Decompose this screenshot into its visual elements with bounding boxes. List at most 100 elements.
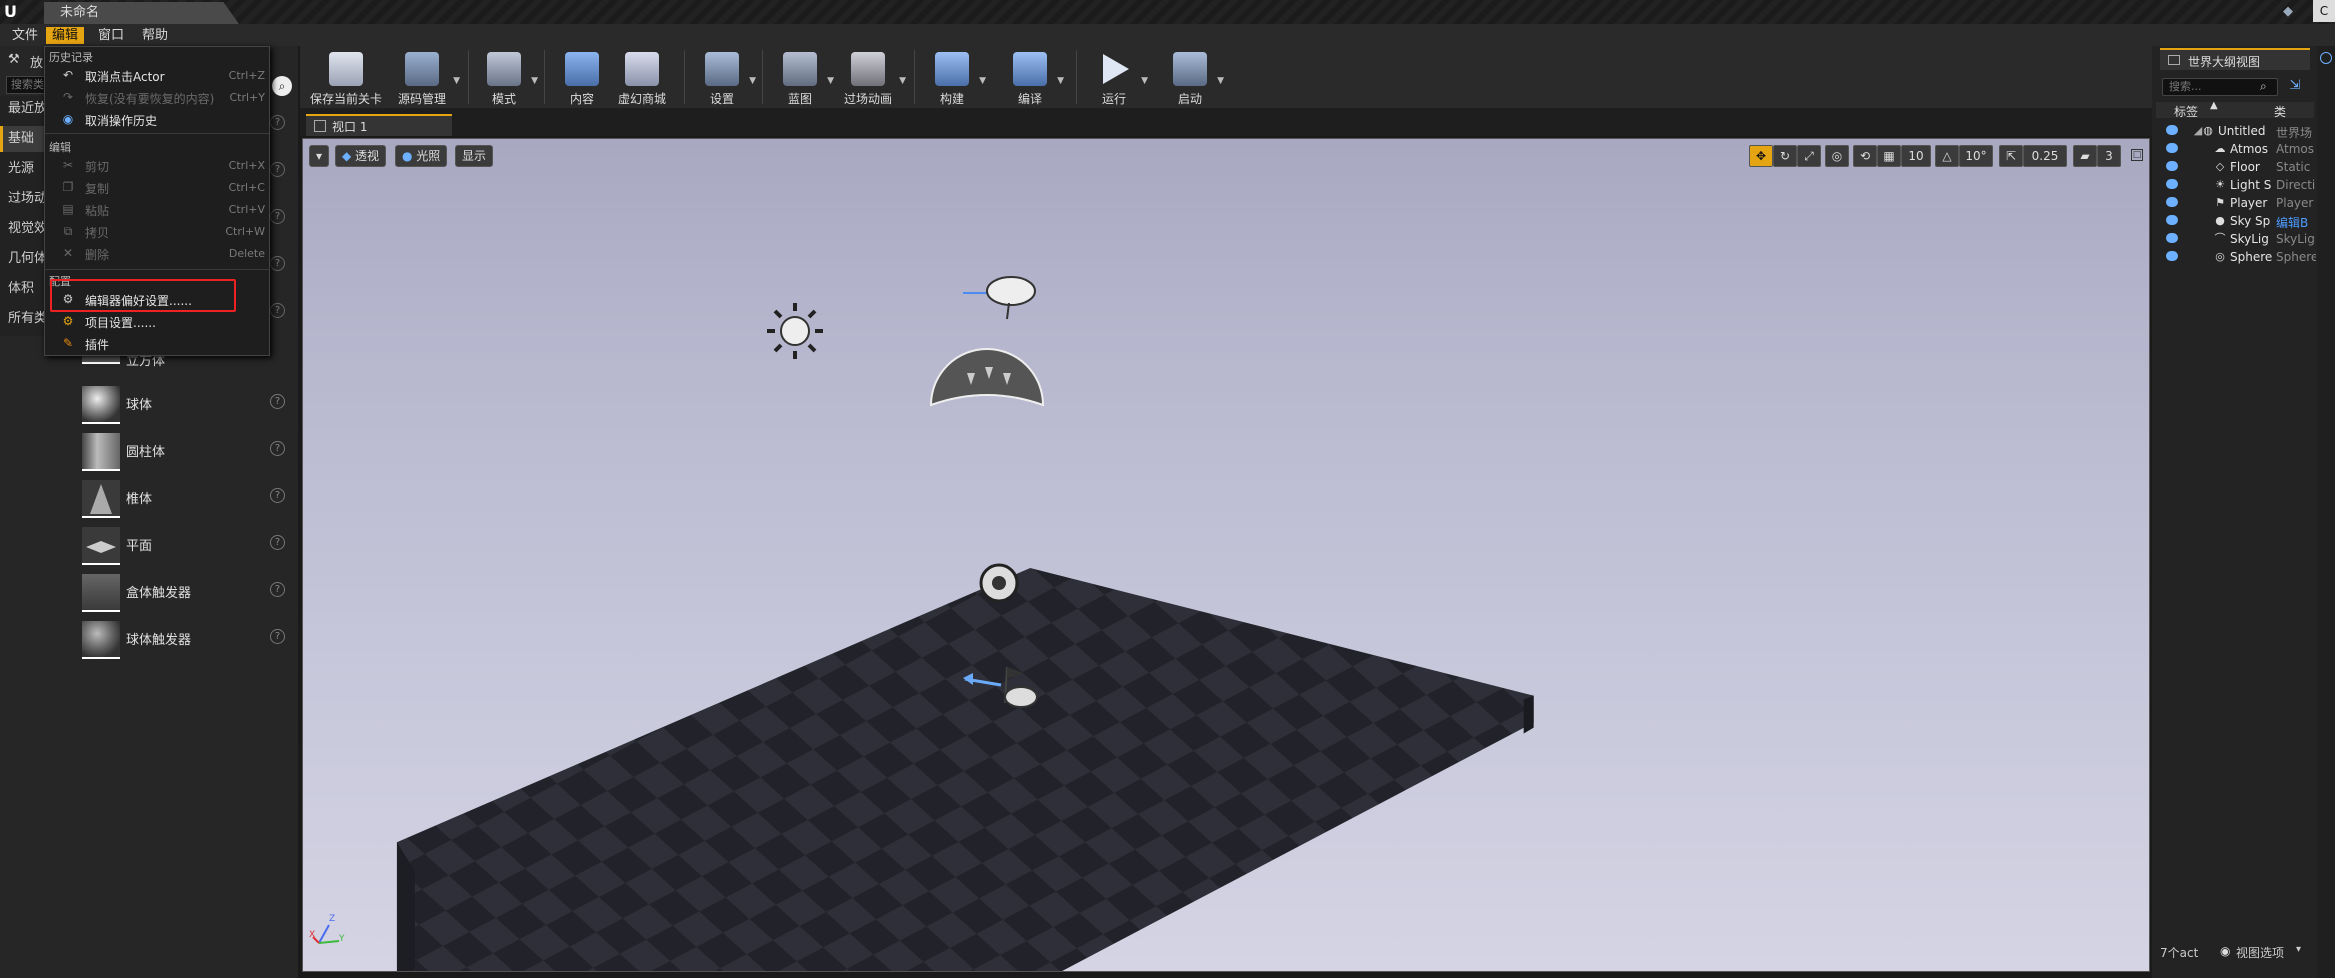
translate-mode-icon[interactable]: ✥: [1749, 145, 1773, 167]
rotation-snap-value[interactable]: 10°: [1959, 145, 1993, 167]
player-start-icon[interactable]: [961, 663, 1051, 713]
perspective-button[interactable]: ◆ 透视: [335, 145, 387, 167]
rotate-mode-icon[interactable]: ↻: [1773, 145, 1797, 167]
visibility-eye-icon[interactable]: [2166, 161, 2178, 171]
help-icon[interactable]: ?: [270, 535, 285, 550]
cut-menu-item[interactable]: ✂ 剪切 Ctrl+X: [45, 155, 269, 175]
chevron-down-icon[interactable]: ▼: [453, 76, 460, 86]
edit-blueprint-link[interactable]: 编辑B: [2276, 214, 2316, 231]
cube-icon[interactable]: ◆: [2283, 4, 2299, 20]
atmospheric-fog-icon[interactable]: [963, 267, 1043, 321]
view-options-button[interactable]: 视图选项: [2236, 944, 2284, 961]
category-recent[interactable]: 最近放: [0, 96, 48, 122]
help-icon[interactable]: ?: [270, 256, 285, 271]
visibility-eye-icon[interactable]: [2166, 179, 2178, 189]
menu-help[interactable]: 帮助: [136, 27, 174, 44]
details-icon[interactable]: [2320, 52, 2332, 64]
world-local-icon[interactable]: ◎: [1825, 145, 1849, 167]
visibility-eye-icon[interactable]: [2166, 215, 2178, 225]
search-icon[interactable]: ⌕: [2260, 79, 2267, 94]
lit-button[interactable]: ● 光照: [395, 145, 448, 167]
level-viewport[interactable]: ▾ ◆ 透视 ● 光照 显示 ✥ ↻ ⤢ ◎ ⟲ ▦ 10 △ 10° ⇱ 0.…: [302, 138, 2150, 972]
reflection-sphere-icon[interactable]: [979, 563, 1019, 603]
surface-snap-icon[interactable]: ⟲: [1853, 145, 1877, 167]
content-button[interactable]: 内容: [554, 50, 610, 108]
outliner-row[interactable]: ◎ Sphere Sphere: [2152, 248, 2317, 266]
document-tab[interactable]: 未命名: [44, 2, 239, 24]
category-volumes[interactable]: 体积: [0, 276, 48, 302]
blueprints-button[interactable]: 蓝图 ▼: [772, 50, 834, 108]
place-item-plane[interactable]: 平面 ?: [82, 525, 292, 565]
modes-button[interactable]: 模式 ▼: [476, 50, 538, 108]
help-icon[interactable]: ?: [270, 394, 285, 409]
chevron-down-icon[interactable]: ▼: [979, 76, 986, 86]
maximize-viewport-icon[interactable]: □: [2131, 149, 2143, 161]
help-icon[interactable]: ?: [270, 488, 285, 503]
redo-menu-item[interactable]: ↷ 恢复(没有要恢复的内容) Ctrl+Y: [45, 87, 269, 107]
place-item-box-trigger[interactable]: 盒体触发器 ?: [82, 572, 292, 612]
corner-button[interactable]: C: [2313, 0, 2335, 22]
world-outliner-tab[interactable]: 世界大纲视图: [2160, 48, 2310, 70]
scale-snap-icon[interactable]: ⇱: [1999, 145, 2023, 167]
viewport-tab[interactable]: 视口 1: [306, 114, 452, 136]
outliner-row[interactable]: ● Sky Sp 编辑B: [2152, 212, 2317, 230]
outliner-row[interactable]: ⚑ Player Player: [2152, 194, 2317, 212]
undo-menu-item[interactable]: ↶ 取消点击Actor Ctrl+Z: [45, 65, 269, 85]
grid-snap-icon[interactable]: ▦: [1877, 145, 1901, 167]
outliner-row[interactable]: ☁ Atmos Atmos: [2152, 140, 2317, 158]
menu-file[interactable]: 文件: [6, 27, 44, 44]
help-icon[interactable]: ?: [270, 629, 285, 644]
undo-history-menu-item[interactable]: ◉ 取消操作历史: [45, 109, 269, 129]
paste-menu-item[interactable]: ▤ 粘贴 Ctrl+V: [45, 199, 269, 219]
help-icon[interactable]: ?: [270, 582, 285, 597]
outliner-row[interactable]: ◇ Floor Static: [2152, 158, 2317, 176]
save-current-level-button[interactable]: 保存当前关卡: [306, 50, 386, 108]
visibility-eye-icon[interactable]: [2166, 251, 2178, 261]
sky-light-icon[interactable]: [927, 345, 1047, 409]
category-basic[interactable]: 基础: [0, 126, 48, 152]
help-icon[interactable]: ?: [270, 162, 285, 177]
scale-snap-value[interactable]: 0.25: [2023, 145, 2067, 167]
unreal-logo-icon[interactable]: U: [4, 2, 24, 22]
plugins-menu-item[interactable]: ✎ 插件: [45, 333, 269, 353]
place-item-cone[interactable]: 椎体 ?: [82, 478, 292, 518]
class-search-input[interactable]: 搜索类: [6, 76, 46, 94]
menu-edit[interactable]: 编辑: [46, 27, 85, 44]
visibility-eye-icon[interactable]: [2166, 197, 2178, 207]
chevron-down-icon[interactable]: ▼: [531, 76, 538, 86]
chevron-down-icon[interactable]: ▼: [1141, 76, 1148, 86]
cinematics-button[interactable]: 过场动画 ▼: [836, 50, 906, 108]
column-type-header[interactable]: 类: [2274, 103, 2286, 120]
outliner-row[interactable]: ◢ ◍ Untitled 世界场: [2152, 122, 2317, 140]
directional-light-icon[interactable]: [763, 299, 827, 363]
chevron-down-icon[interactable]: ▼: [827, 76, 834, 86]
grid-snap-value[interactable]: 10: [1901, 145, 1931, 167]
search-icon[interactable]: ⌕: [272, 76, 292, 96]
launch-button[interactable]: 启动 ▼: [1162, 50, 1224, 108]
help-icon[interactable]: ?: [270, 115, 285, 130]
category-all-classes[interactable]: 所有类: [0, 306, 48, 332]
camera-speed-icon[interactable]: ▰: [2073, 145, 2097, 167]
category-geometry[interactable]: 几何体: [0, 246, 48, 272]
place-item-cylinder[interactable]: 圆柱体 ?: [82, 431, 292, 471]
help-icon[interactable]: ?: [270, 209, 285, 224]
chevron-down-icon[interactable]: ▼: [1217, 76, 1224, 86]
help-icon[interactable]: ?: [270, 303, 285, 318]
category-lights[interactable]: 光源: [0, 156, 48, 182]
chevron-down-icon[interactable]: ▼: [1057, 76, 1064, 86]
play-button[interactable]: 运行 ▼: [1086, 50, 1148, 108]
details-panel-collapsed[interactable]: [2317, 46, 2335, 978]
visibility-eye-icon[interactable]: [2166, 125, 2178, 135]
category-cinematic[interactable]: 过场动: [0, 186, 48, 212]
help-icon[interactable]: ?: [270, 441, 285, 456]
category-visual-effects[interactable]: 视觉效: [0, 216, 48, 242]
viewport-options-dropdown[interactable]: ▾: [309, 145, 329, 167]
compile-button[interactable]: 编译 ▼: [1002, 50, 1064, 108]
place-item-sphere[interactable]: 球体 ?: [82, 384, 292, 424]
place-item-sphere-trigger[interactable]: 球体触发器 ?: [82, 619, 292, 659]
chevron-down-icon[interactable]: ▼: [749, 76, 756, 86]
rotation-snap-icon[interactable]: △: [1935, 145, 1959, 167]
duplicate-menu-item[interactable]: ⧉ 拷贝 Ctrl+W: [45, 221, 269, 241]
delete-menu-item[interactable]: ✕ 删除 Delete: [45, 243, 269, 263]
copy-menu-item[interactable]: ❐ 复制 Ctrl+C: [45, 177, 269, 197]
